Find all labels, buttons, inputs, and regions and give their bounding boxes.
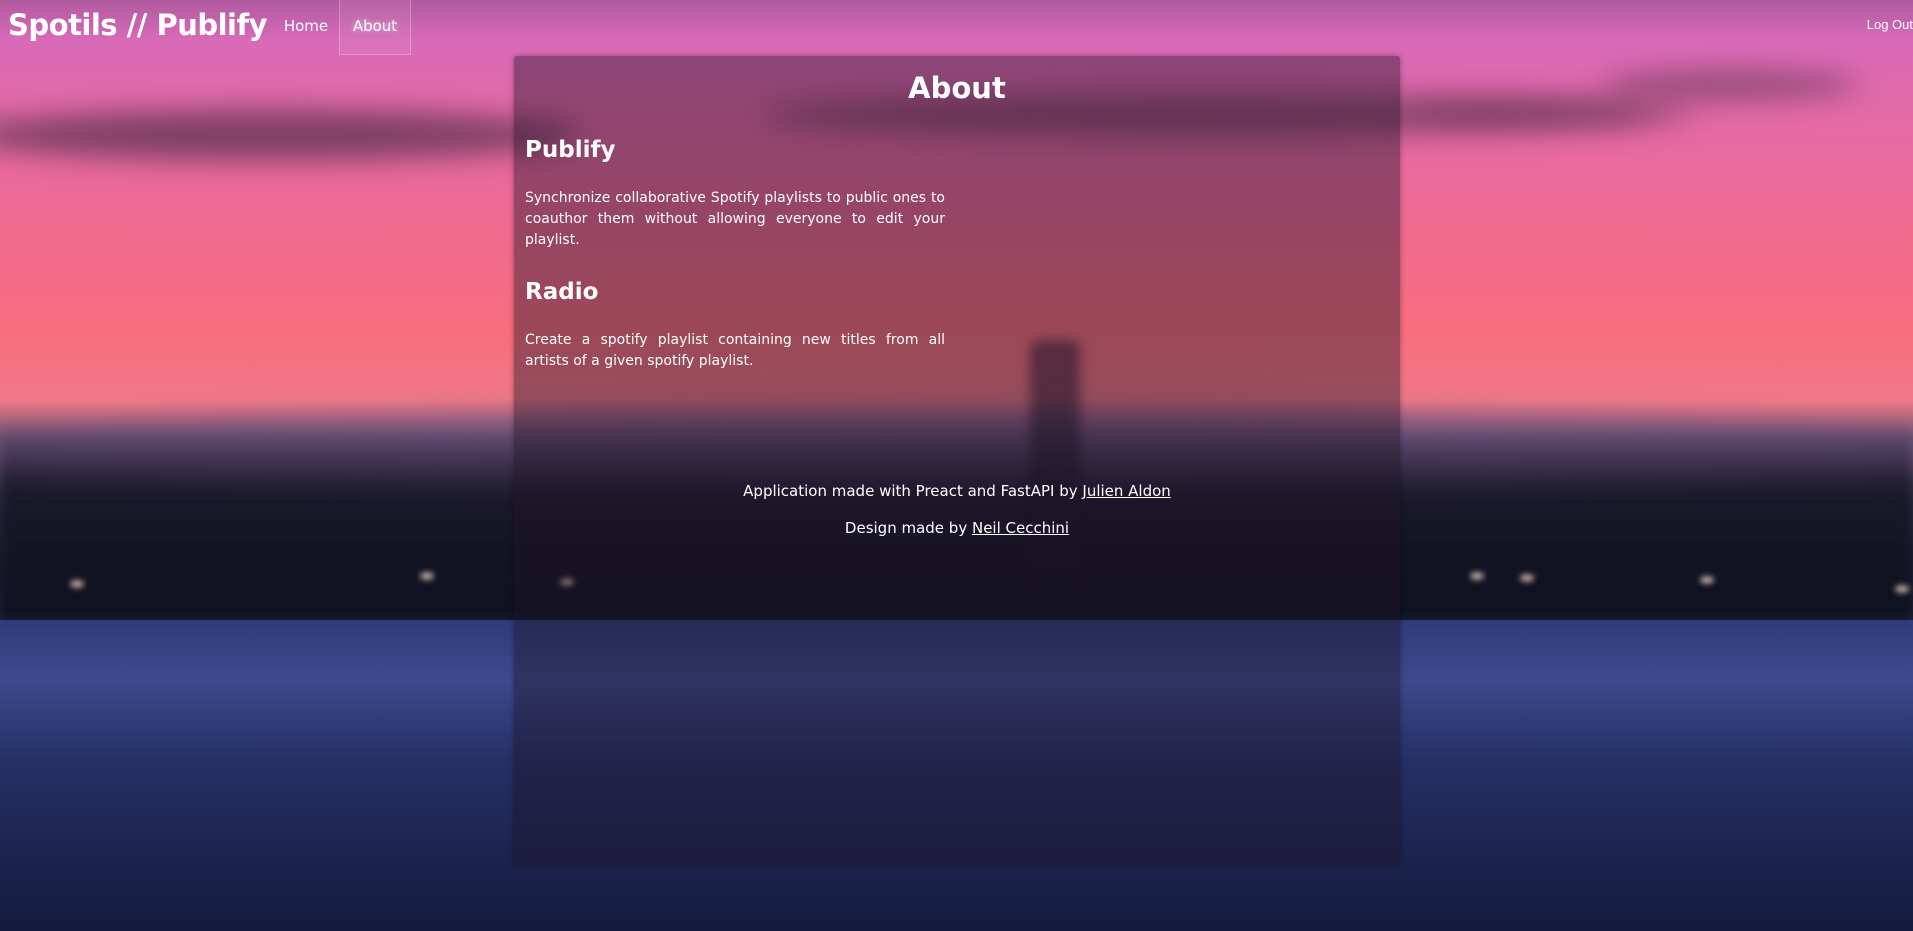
background-cloud: [1600, 70, 1860, 100]
author-link-julien-aldon[interactable]: Julien Aldon: [1082, 482, 1170, 500]
section-text-radio: Create a spotify playlist containing new…: [525, 332, 945, 369]
background-cloud: [0, 110, 580, 160]
background-light: [420, 572, 434, 580]
background-light: [1520, 574, 1534, 582]
background-light: [1470, 572, 1484, 580]
section-title-radio: Radio: [525, 279, 599, 305]
navbar: Spotils // Publify Home About Log Out: [0, 0, 1913, 56]
background-light: [70, 580, 84, 588]
section-title-publify: Publify: [525, 137, 616, 163]
page-title: About: [908, 71, 1006, 105]
background-light: [1700, 576, 1714, 584]
logout-button[interactable]: Log Out: [1867, 17, 1913, 32]
author-link-neil-cecchini[interactable]: Neil Cecchini: [972, 519, 1069, 537]
credits-app: Application made with Preact and FastAPI…: [514, 481, 1400, 501]
background-cloud: [1400, 100, 1700, 124]
nav-link-home[interactable]: Home: [278, 0, 334, 52]
nav-link-about[interactable]: About: [339, 0, 411, 55]
background-light: [1895, 585, 1909, 593]
section-text-publify: Synchronize collaborative Spotify playli…: [525, 190, 945, 248]
brand-title[interactable]: Spotils // Publify: [8, 6, 268, 44]
about-card: About Publify Synchronize collaborative …: [514, 56, 1400, 866]
credits-design-prefix: Design made by: [844, 519, 972, 537]
credits-app-prefix: Application made with Preact and FastAPI…: [743, 482, 1083, 500]
credits-design: Design made by Neil Cecchini: [514, 518, 1400, 538]
